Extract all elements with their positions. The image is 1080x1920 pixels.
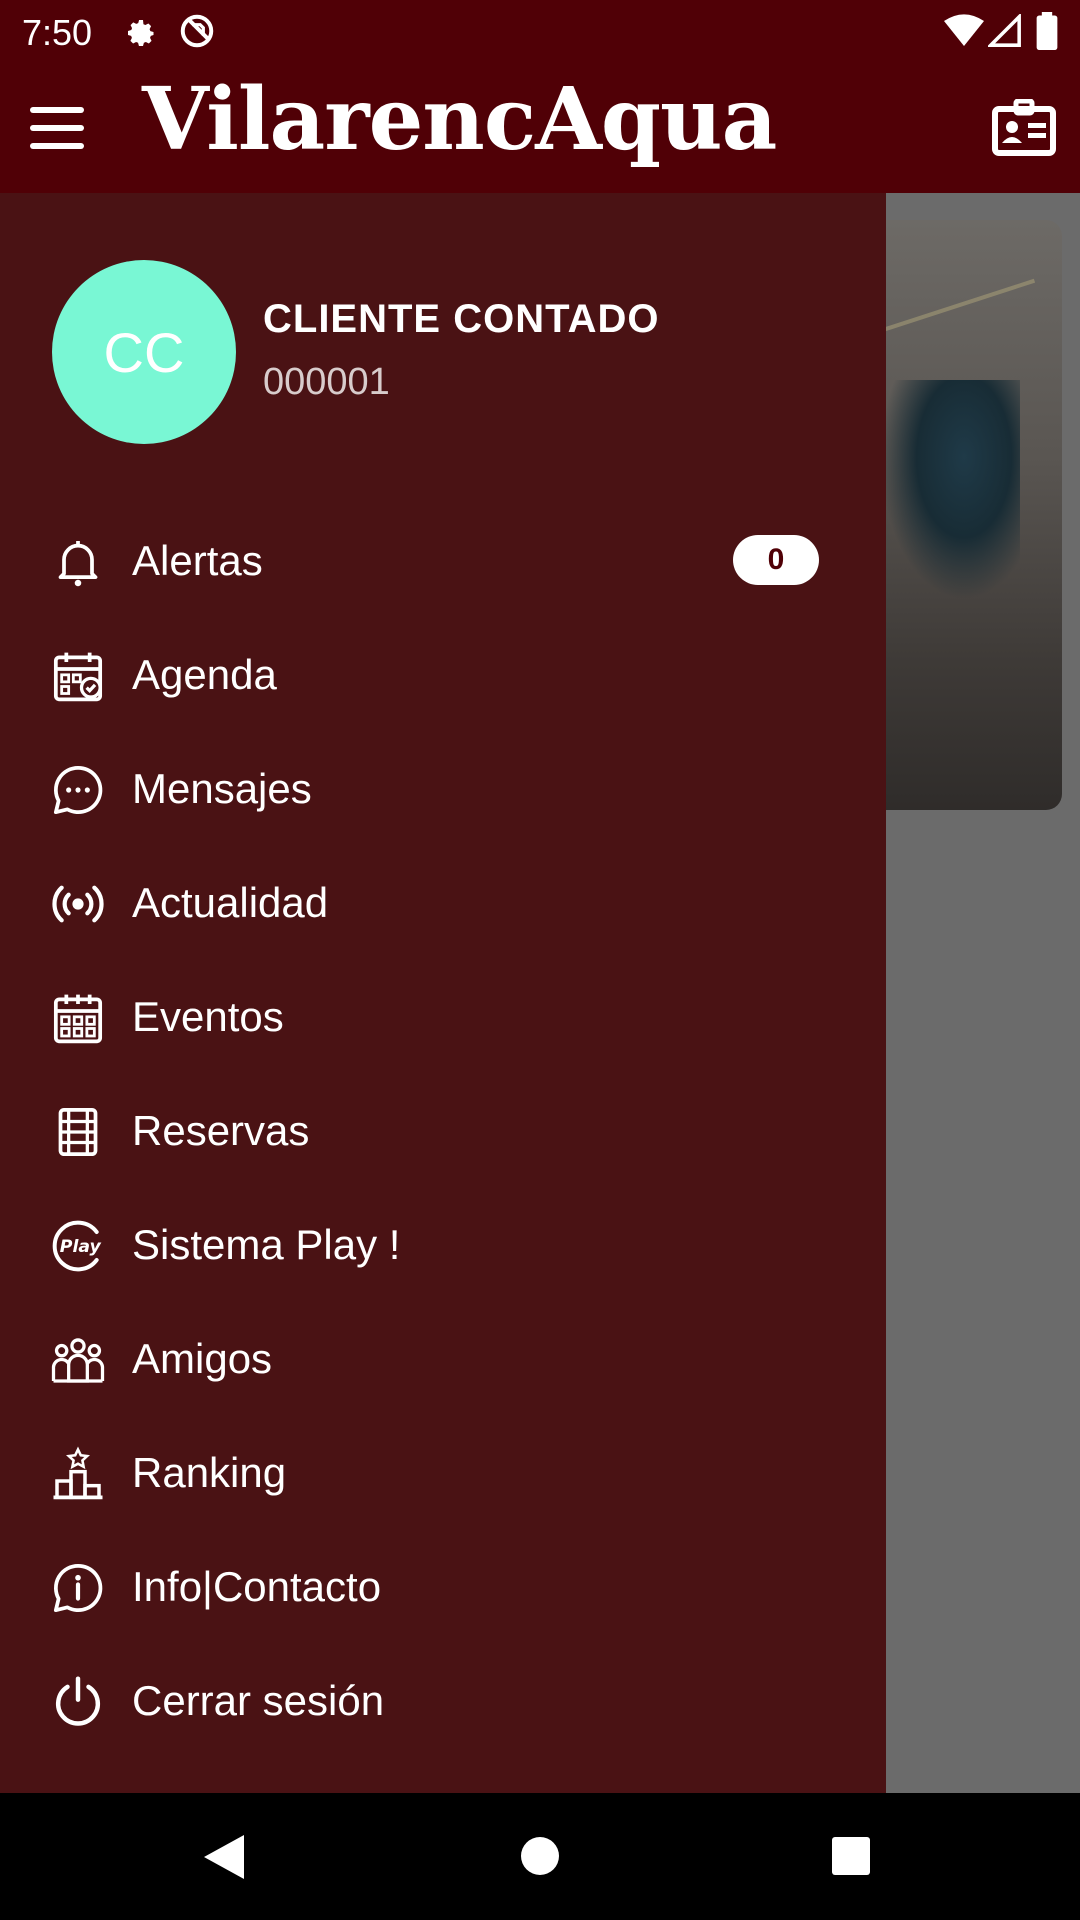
broadcast-icon xyxy=(52,885,104,923)
menu-item-eventos[interactable]: Eventos xyxy=(0,961,886,1075)
menu-item-ranking[interactable]: Ranking xyxy=(0,1417,886,1531)
cell-signal-icon xyxy=(988,14,1021,47)
menu-item-label: Amigos xyxy=(132,1335,273,1382)
home-icon[interactable] xyxy=(521,1837,559,1875)
menu-item-label: Info|Contacto xyxy=(132,1563,382,1610)
menu-item-info-contacto[interactable]: Info|Contacto xyxy=(0,1531,886,1645)
menu-item-label: Alertas xyxy=(132,537,263,584)
menu-item-label: Actualidad xyxy=(132,879,329,926)
battery-icon xyxy=(1036,12,1058,50)
menu-item-label: Ranking xyxy=(132,1449,287,1496)
navigation-drawer: CC CLIENTE CONTADO 000001 Alertas 0 Agen… xyxy=(0,193,886,1793)
menu-item-label: Mensajes xyxy=(132,765,312,812)
power-icon xyxy=(56,1676,100,1726)
calendar-check-icon xyxy=(53,652,103,702)
user-name: CLIENTE CONTADO xyxy=(263,297,660,341)
wifi-icon xyxy=(944,14,984,47)
drawer-menu: Alertas 0 Agenda Mensajes Actualidad Eve… xyxy=(0,505,886,1759)
bell-icon xyxy=(58,541,98,587)
no-sim-icon xyxy=(180,14,214,48)
user-code: 000001 xyxy=(263,361,390,403)
play-logo-icon: Play xyxy=(52,1220,102,1272)
menu-item-label: Agenda xyxy=(132,651,277,698)
menu-item-mensajes[interactable]: Mensajes xyxy=(0,733,886,847)
id-card-icon[interactable] xyxy=(992,99,1056,157)
system-nav-bar xyxy=(0,1793,1080,1920)
menu-item-sistema-play[interactable]: Play Sistema Play ! xyxy=(0,1189,886,1303)
app-bar: VilarencAqua xyxy=(0,63,1080,193)
chat-bubble-icon xyxy=(53,765,103,815)
alerts-count-badge: 0 xyxy=(733,535,819,585)
app-logo: VilarencAqua xyxy=(142,69,777,170)
menu-item-label: Sistema Play ! xyxy=(132,1221,401,1268)
menu-item-actualidad[interactable]: Actualidad xyxy=(0,847,886,961)
court-icon xyxy=(58,1107,98,1157)
back-icon[interactable] xyxy=(204,1835,244,1879)
status-time: 7:50 xyxy=(22,12,93,53)
svg-text:Play: Play xyxy=(60,1237,102,1257)
recents-icon[interactable] xyxy=(832,1837,870,1875)
status-bar: 7:50 xyxy=(0,0,1080,63)
menu-item-agenda[interactable]: Agenda xyxy=(0,619,886,733)
menu-item-label: Eventos xyxy=(132,993,284,1040)
menu-icon[interactable] xyxy=(30,107,84,149)
menu-item-label: Reservas xyxy=(132,1107,310,1154)
menu-item-cerrar-sesion[interactable]: Cerrar sesión xyxy=(0,1645,886,1759)
gear-icon xyxy=(128,20,154,46)
info-bubble-icon xyxy=(53,1563,103,1613)
calendar-grid-icon xyxy=(53,994,103,1044)
avatar[interactable]: CC xyxy=(52,260,236,444)
menu-item-label: Cerrar sesión xyxy=(132,1677,385,1724)
group-icon xyxy=(51,1338,105,1383)
podium-icon xyxy=(53,1446,103,1500)
menu-item-amigos[interactable]: Amigos xyxy=(0,1303,886,1417)
menu-item-reservas[interactable]: Reservas xyxy=(0,1075,886,1189)
menu-item-alertas[interactable]: Alertas 0 xyxy=(0,505,886,619)
avatar-initials: CC xyxy=(103,320,185,384)
background-image xyxy=(860,220,1062,810)
